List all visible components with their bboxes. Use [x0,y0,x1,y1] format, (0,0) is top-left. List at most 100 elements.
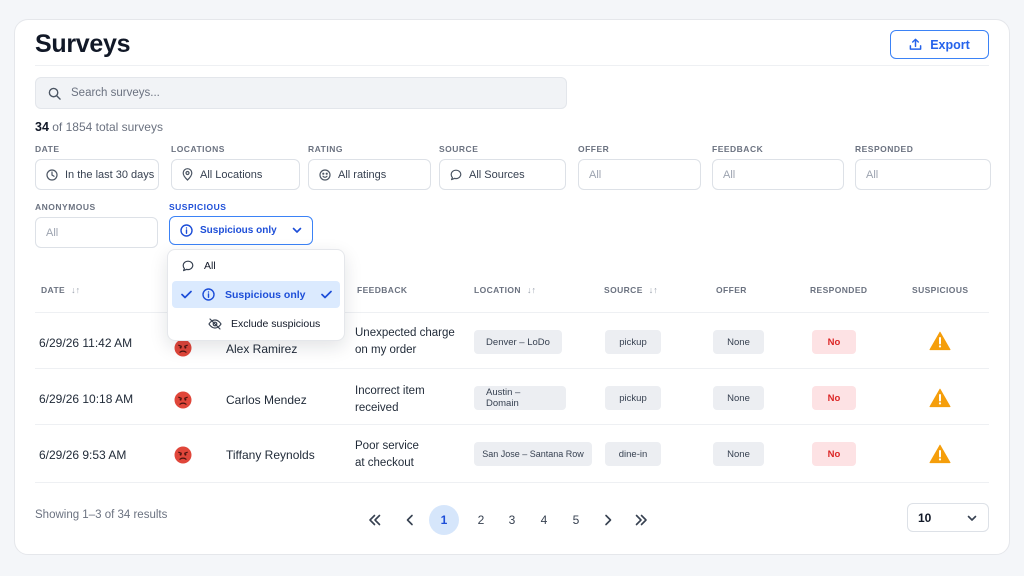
row-date: 6/29/26 9:53 AM [39,448,127,462]
column-header-offer-label: OFFER [716,285,747,295]
source-badge: dine-in [605,442,661,466]
angry-face-icon [174,446,192,464]
smiley-icon [319,168,331,181]
filter-label-responded: RESPONDED [855,144,914,154]
export-button[interactable]: Export [890,30,989,59]
column-header-suspicious-label: SUSPICIOUS [912,285,969,295]
filter-label-source: SOURCE [439,144,479,154]
angry-face-icon [174,339,192,357]
responded-badge: No [812,330,856,354]
surveys-card: Surveys Export 34 of 1854 total surveys … [14,19,1010,555]
offer-badge: None [713,386,764,410]
filter-date[interactable]: In the last 30 days [35,159,159,190]
result-count: 34 of 1854 total surveys [35,120,163,134]
dropdown-option-label: Suspicious only [225,288,306,301]
filter-label-suspicious: SUSPICIOUS [169,202,227,212]
column-header-responded-label: RESPONDED [810,285,868,295]
upload-icon [909,38,922,50]
first-page-icon[interactable] [368,514,381,526]
column-header-offer: OFFER [716,285,747,295]
last-page-icon[interactable] [635,514,648,526]
suspicious-dropdown-menu: All Suspicious only Exclude suspicious [167,249,345,341]
chevron-down-icon [292,227,302,233]
filter-source[interactable]: All Sources [439,159,566,190]
filter-anonymous-value: All [46,226,59,239]
filter-offer[interactable]: All [578,159,701,190]
row-feedback: Incorrect item received [355,383,425,417]
export-label: Export [930,37,970,52]
warning-icon [929,331,951,351]
row-name: Carlos Mendez [226,393,307,407]
row-feedback-line: Unexpected charge [355,327,455,339]
next-page-icon[interactable] [604,514,612,526]
info-circle-icon [180,224,193,237]
table-bottom-border [35,482,989,483]
row-date: 6/29/26 11:42 AM [39,336,133,350]
column-header-suspicious: SUSPICIOUS [912,285,968,295]
search-box[interactable] [35,77,567,109]
filter-anonymous[interactable]: All [35,217,158,248]
location-badge: Denver – LoDo [474,330,562,354]
filter-label-date: DATE [35,144,60,154]
check-icon [321,290,332,299]
row-name: Tiffany Reynolds [226,448,315,462]
column-header-date[interactable]: DATE ↓↑ [41,285,80,295]
page-button-1[interactable]: 1 [429,505,459,535]
source-badge: pickup [605,386,661,410]
dropdown-option-label: Exclude suspicious [231,317,321,330]
row-feedback-line: at checkout [355,457,414,469]
page-button-4[interactable]: 4 [529,505,559,535]
row-feedback: Poor service at checkout [355,438,419,472]
filter-source-value: All Sources [469,168,525,181]
header-divider [35,65,989,66]
dropdown-option-exclude-suspicious[interactable]: Exclude suspicious [172,310,340,337]
filter-locations-value: All Locations [200,168,263,181]
column-header-feedback-label: FEEDBACK [357,285,408,295]
filter-offer-value: All [589,168,602,181]
dropdown-option-suspicious-only[interactable]: Suspicious only [172,281,340,308]
sort-icon: ↓↑ [526,285,536,295]
clock-icon [46,168,58,181]
page-button-2[interactable]: 2 [466,505,496,535]
offer-badge: None [713,442,764,466]
column-header-date-label: DATE [41,285,66,295]
result-count-total: of 1854 total surveys [52,120,163,134]
column-header-responded: RESPONDED [810,285,867,295]
responded-badge: No [812,442,856,466]
page-title: Surveys [35,30,131,58]
dropdown-option-all[interactable]: All [172,252,340,279]
dropdown-option-label: All [204,259,216,272]
prev-page-icon[interactable] [406,514,414,526]
page-button-3[interactable]: 3 [497,505,527,535]
responded-badge: No [812,386,856,410]
filter-rating[interactable]: All ratings [308,159,431,190]
filter-suspicious[interactable]: Suspicious only [169,216,313,245]
filter-feedback[interactable]: All [712,159,844,190]
location-badge: Austin – Domain [474,386,566,410]
search-input[interactable] [71,87,531,99]
filter-responded[interactable]: All [855,159,991,190]
search-icon [48,87,61,100]
angry-face-icon [174,391,192,409]
filter-locations[interactable]: All Locations [171,159,300,190]
page-size-select[interactable]: 10 [907,503,989,532]
location-badge: San Jose – Santana Row [474,442,592,466]
filter-label-locations: LOCATIONS [171,144,225,154]
filter-suspicious-value: Suspicious only [200,225,277,236]
row-date: 6/29/26 10:18 AM [39,392,134,406]
page-button-5[interactable]: 5 [561,505,591,535]
column-header-feedback: FEEDBACK [357,285,407,295]
column-header-source[interactable]: SOURCE ↓↑ [604,285,658,295]
column-header-location-label: LOCATION [474,285,521,295]
row-feedback-line: received [355,402,399,414]
source-badge: pickup [605,330,661,354]
filter-label-offer: OFFER [578,144,610,154]
column-header-location[interactable]: LOCATION ↓↑ [474,285,536,295]
result-count-shown: 34 [35,120,49,134]
filter-feedback-value: All [723,168,736,181]
sort-icon: ↓↑ [71,285,81,295]
filter-rating-value: All ratings [338,168,387,181]
filter-responded-value: All [866,168,879,181]
pagination-summary: Showing 1–3 of 34 results [35,509,168,521]
offer-badge: None [713,330,764,354]
